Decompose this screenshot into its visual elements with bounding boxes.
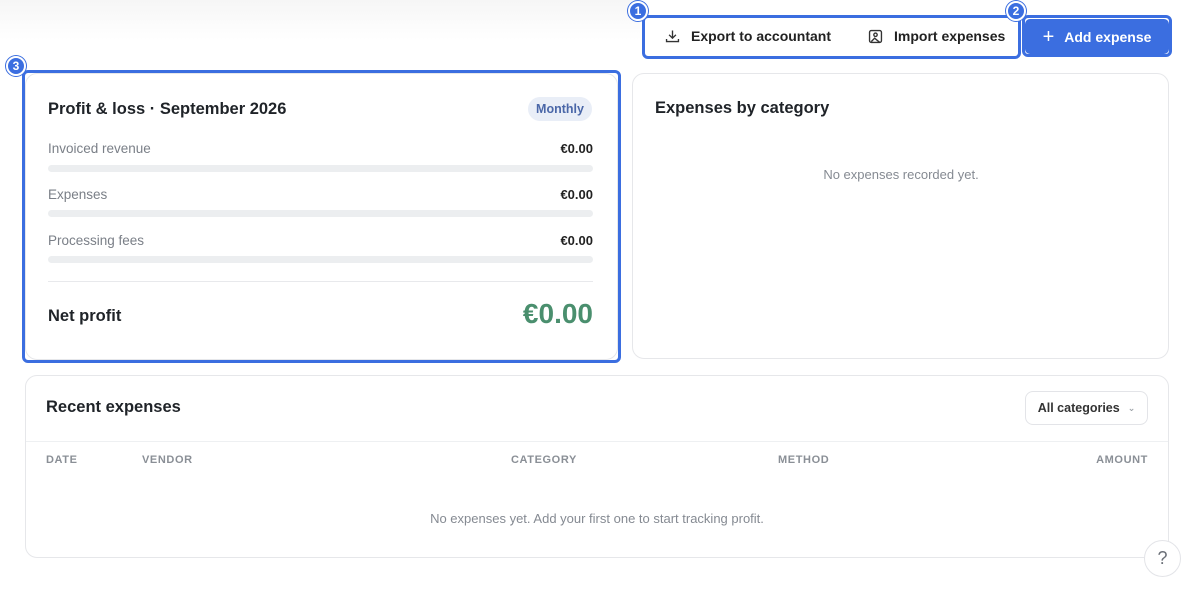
import-expenses-button[interactable]: Import expenses (867, 18, 1005, 54)
column-header-date[interactable]: DATE (46, 454, 78, 466)
fees-value: €0.00 (560, 233, 593, 248)
export-to-accountant-button[interactable]: Export to accountant (664, 18, 831, 54)
add-expense-label: Add expense (1064, 28, 1152, 45)
plus-icon: + (1042, 25, 1055, 48)
image-import-icon (868, 29, 883, 43)
category-filter-value: All categories (1037, 401, 1120, 415)
period-badge[interactable]: Monthly (528, 97, 592, 121)
chevron-down-icon: ⌄ (1127, 402, 1136, 413)
annotation-badge-3: 3 (6, 56, 26, 76)
revenue-bar (48, 165, 593, 172)
category-card-title: Expenses by category (655, 99, 830, 117)
add-expense-button[interactable]: + Add expense (1025, 19, 1169, 54)
expenses-value: €0.00 (560, 187, 593, 202)
category-empty-text: No expenses recorded yet. (823, 167, 979, 182)
fees-label: Processing fees (48, 233, 145, 248)
table-header-divider (26, 441, 1168, 442)
revenue-value: €0.00 (560, 141, 593, 156)
revenue-label: Invoiced revenue (48, 141, 151, 156)
net-profit-label: Net profit (48, 307, 122, 325)
import-label: Import expenses (894, 28, 1006, 44)
pl-divider (48, 281, 593, 282)
category-filter-select[interactable]: All categories ⌄ (1025, 391, 1148, 425)
expenses-label: Expenses (48, 187, 108, 202)
download-icon (665, 30, 680, 42)
column-header-vendor[interactable]: VENDOR (142, 454, 193, 466)
recent-empty-text: No expenses yet. Add your first one to s… (430, 511, 764, 526)
help-button[interactable]: ? (1144, 540, 1181, 577)
profit-loss-title: Profit & loss · September 2026 (48, 100, 287, 118)
column-header-amount[interactable]: AMOUNT (1096, 454, 1148, 466)
export-label: Export to accountant (691, 28, 832, 44)
recent-expenses-card (25, 375, 1169, 558)
annotation-badge-2: 2 (1006, 1, 1026, 21)
expenses-bar (48, 210, 593, 217)
top-fade (0, 0, 640, 40)
fees-bar (48, 256, 593, 263)
question-icon: ? (1157, 548, 1168, 568)
recent-expenses-title: Recent expenses (46, 398, 181, 416)
column-header-method[interactable]: METHOD (778, 454, 829, 466)
column-header-category[interactable]: CATEGORY (511, 454, 577, 466)
annotation-badge-1: 1 (628, 1, 648, 21)
net-profit-value: €0.00 (522, 298, 593, 329)
